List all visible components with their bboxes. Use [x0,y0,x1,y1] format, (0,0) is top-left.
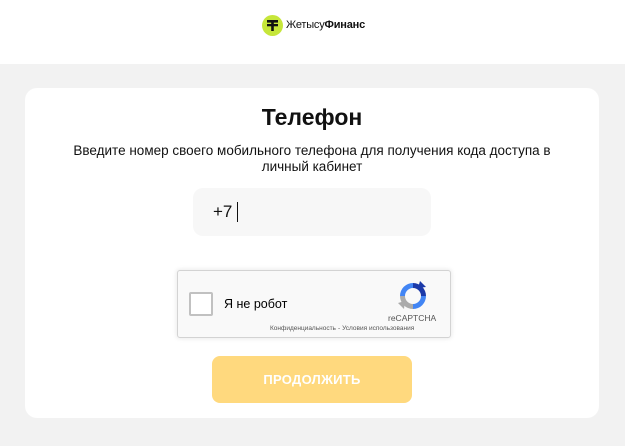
brand-name-part2: Финанс [324,19,366,31]
recaptcha-widget: Я не робот reCAPTCHA Конфиденциальность -… [177,270,451,338]
recaptcha-logo-icon [398,281,426,309]
terms-link[interactable]: Условия использования [342,325,414,332]
recaptcha-links: Конфиденциальность - Условия использования [270,325,414,332]
brand-name-part1: Жетысу [286,19,325,31]
continue-button[interactable]: ПРОДОЛЖИТЬ [212,356,412,403]
page-title: Телефон [261,104,363,130]
recaptcha-label: Я не робот [224,297,288,311]
login-card: Телефон Введите номер своего мобильного … [25,88,599,418]
brand-logo[interactable]: ЖетысуФинанс [262,14,365,36]
phone-field[interactable] [193,188,431,236]
privacy-link[interactable]: Конфиденциальность [270,325,336,332]
recaptcha-checkbox[interactable] [189,292,213,316]
brand-name: ЖетысуФинанс [286,19,365,31]
page-subtitle: Введите номер своего мобильного телефона… [73,143,551,174]
recaptcha-brand: reCAPTCHA [388,313,437,323]
text-caret [237,202,238,222]
phone-input[interactable] [213,201,413,223]
jetysu-logo-icon [262,14,283,36]
top-bar: ЖетысуФинанс [0,0,625,64]
